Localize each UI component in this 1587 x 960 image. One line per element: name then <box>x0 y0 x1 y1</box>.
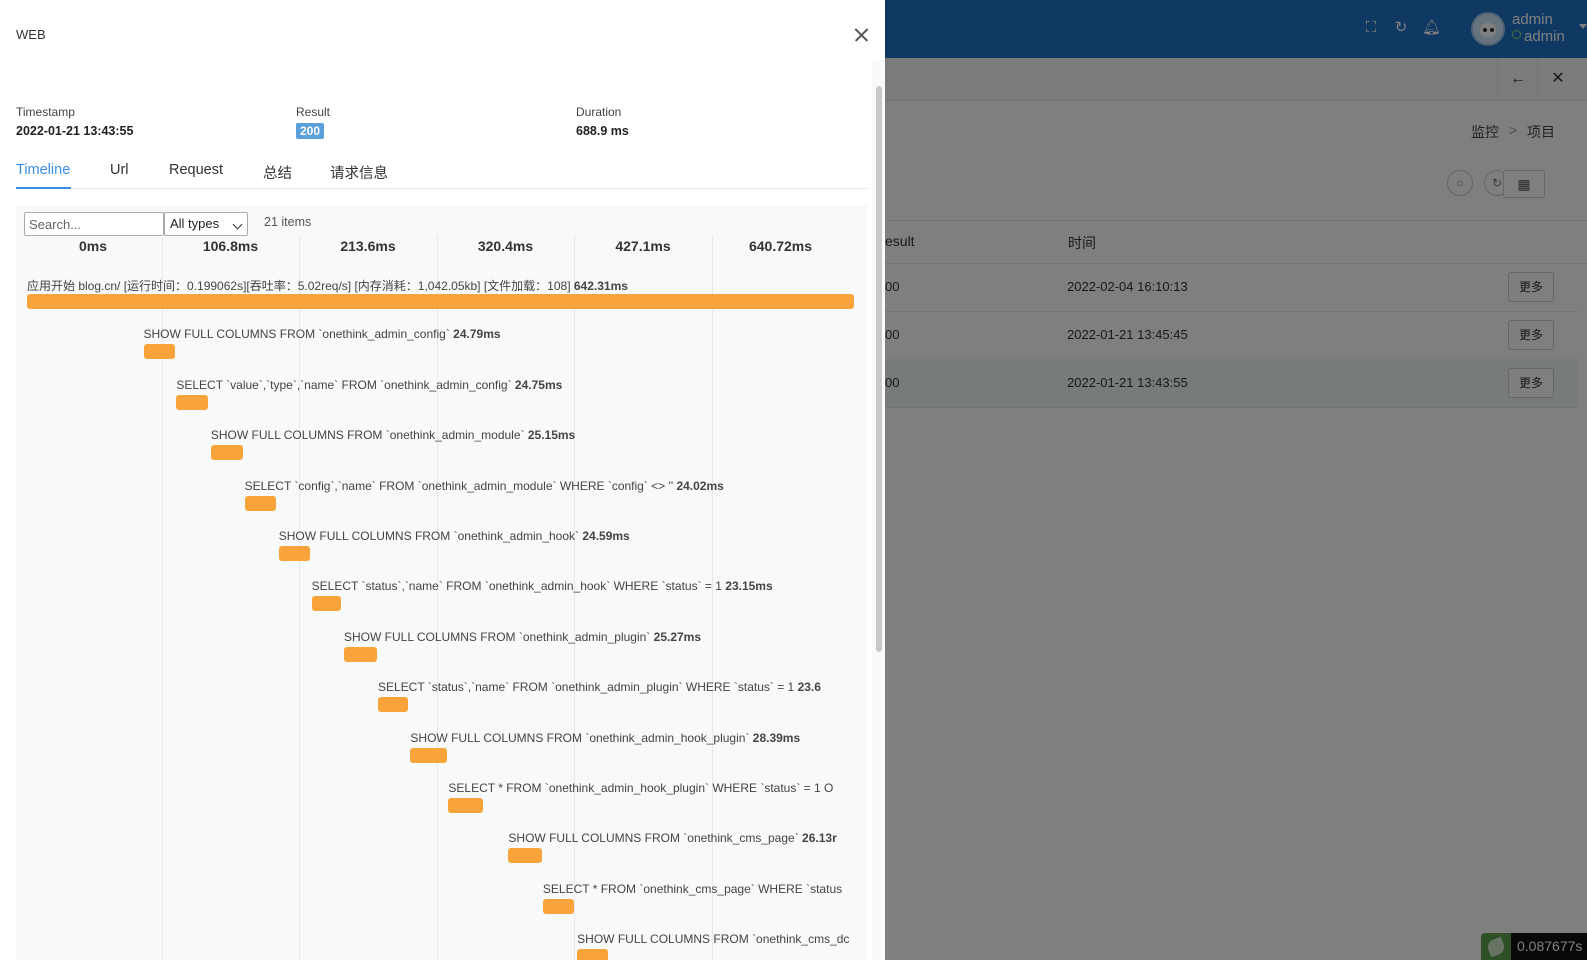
timeline-bar[interactable] <box>27 294 854 309</box>
timeline-panel: All types 21 items 0ms 106.8ms 213.6ms 320.… <box>16 205 867 960</box>
timeline-tick-label: 213.6ms <box>340 238 396 254</box>
tabs-divider <box>16 188 867 189</box>
drawer-scrollbar-thumb[interactable] <box>876 86 882 652</box>
timeline-entry-duration: 23.6 <box>797 680 821 695</box>
timeline-entry-label[interactable]: SHOW FULL COLUMNS FROM `onethink_admin_m… <box>211 428 575 442</box>
timestamp-label: Timestamp <box>16 105 75 119</box>
timeline-entry-duration: 24.02ms <box>676 478 724 493</box>
timeline-entry-label[interactable]: SHOW FULL COLUMNS FROM `onethink_cms_pag… <box>508 831 836 845</box>
timeline-entry-text: SELECT `status`,`name` FROM `onethink_ad… <box>311 579 726 594</box>
tab-summary[interactable]: 总结 <box>263 162 292 183</box>
tab-url[interactable]: Url <box>110 162 129 178</box>
timeline-entry-text: 应用开始 blog.cn/ [运行时间：0.199062s][吞吐率：5.02r… <box>27 279 574 293</box>
duration-value: 688.9 ms <box>576 124 629 138</box>
timeline-tick-label: 0ms <box>78 238 108 254</box>
timeline-entry-label[interactable]: SHOW FULL COLUMNS FROM `onethink_admin_c… <box>144 327 501 341</box>
timeline-entry-text: SELECT `config`,`name` FROM `onethink_ad… <box>244 478 677 493</box>
timeline-entry-text: SHOW FULL COLUMNS FROM `onethink_admin_h… <box>278 529 583 543</box>
timeline-bar[interactable] <box>278 546 311 561</box>
close-icon[interactable] <box>852 25 872 45</box>
timeline-entry-text: SELECT `value`,`type`,`name` FROM `oneth… <box>176 377 515 392</box>
timeline-entry-duration: 25.15ms <box>527 428 576 443</box>
result-label: Result <box>296 105 331 119</box>
timeline-entry-duration: 24.79ms <box>453 327 501 342</box>
timeline-entry-duration: 642.31ms <box>573 279 628 293</box>
timeline-entry-text: SELECT `status`,`name` FROM `onethink_ad… <box>377 680 798 695</box>
timeline-entry-text: SHOW FULL COLUMNS FROM `onethink_cms_dc <box>577 932 850 947</box>
timeline-entry-duration: 24.59ms <box>582 529 630 543</box>
timeline-bar[interactable] <box>210 445 244 461</box>
timeline-entry-duration: 23.15ms <box>725 579 773 594</box>
type-filter-select[interactable]: All types <box>164 212 248 236</box>
chevron-down-icon <box>232 219 243 230</box>
timeline-entry-text: SHOW FULL COLUMNS FROM `onethink_admin_c… <box>143 327 454 342</box>
timeline-tick-label: 320.4ms <box>477 238 534 254</box>
timeline-bar[interactable] <box>448 798 484 813</box>
timeline-entry-label[interactable]: SHOW FULL COLUMNS FROM `onethink_admin_h… <box>279 529 630 543</box>
timeline-entry-text: SHOW FULL COLUMNS FROM `onethink_admin_h… <box>410 730 753 745</box>
timeline-entry-label[interactable]: SELECT `value`,`type`,`name` FROM `oneth… <box>176 378 562 392</box>
timeline-bar[interactable] <box>244 495 276 511</box>
timeline-bar[interactable] <box>410 747 447 763</box>
timeline-entry-label[interactable]: SHOW FULL COLUMNS FROM `onethink_admin_p… <box>344 630 701 644</box>
timeline-entry-label[interactable]: SHOW FULL COLUMNS FROM `onethink_admin_h… <box>410 731 800 745</box>
timestamp-value: 2022-01-21 13:43:55 <box>16 124 134 138</box>
timeline-bar[interactable] <box>577 949 609 960</box>
timeline-entry-text: SELECT * FROM `onethink_cms_page` WHERE … <box>542 881 843 896</box>
timeline-bar[interactable] <box>542 898 575 914</box>
items-count: 21 items <box>264 215 312 229</box>
timeline-entry-label[interactable]: SELECT * FROM `onethink_admin_hook_plugi… <box>448 781 833 795</box>
timeline-entry-text: SHOW FULL COLUMNS FROM `onethink_admin_p… <box>343 629 654 644</box>
timeline-tick-label: 427.1ms <box>615 238 671 254</box>
tab-request-info[interactable]: 请求信息 <box>330 162 388 183</box>
timeline-tick-label: 106.8ms <box>202 238 259 254</box>
timeline-bar[interactable] <box>176 394 209 410</box>
timeline-entry-text: SHOW FULL COLUMNS FROM `onethink_cms_pag… <box>508 831 803 846</box>
timeline-bar[interactable] <box>343 646 377 662</box>
timeline-grid-line <box>711 235 713 960</box>
active-tab-indicator <box>16 187 71 189</box>
timeline-tick-label: 640.72ms <box>748 238 813 254</box>
timeline-grid-line <box>299 235 300 960</box>
timeline-entry-label[interactable]: SELECT `config`,`name` FROM `onethink_ad… <box>245 479 724 493</box>
timeline-bar[interactable] <box>377 697 409 713</box>
timeline-bar[interactable] <box>143 344 176 360</box>
timeline-entry-text: SHOW FULL COLUMNS FROM `onethink_admin_m… <box>210 428 528 443</box>
detail-drawer: WEB Timestamp 2022-01-21 13:43:55 Result… <box>0 0 885 960</box>
tab-request[interactable]: Request <box>169 162 223 178</box>
timeline-entry-duration: 26.13r <box>802 831 837 846</box>
timeline-entry-label[interactable]: SELECT * FROM `onethink_cms_page` WHERE … <box>543 882 842 896</box>
timeline-entry-label[interactable]: SELECT `status`,`name` FROM `onethink_ad… <box>378 680 821 694</box>
timeline-entry-label[interactable]: SHOW FULL COLUMNS FROM `onethink_cms_dc <box>577 932 849 946</box>
timeline-entry-duration: 25.27ms <box>653 629 702 644</box>
timeline-bar[interactable] <box>311 596 342 612</box>
type-filter-value: All types <box>170 216 220 231</box>
result-status-badge: 200 <box>296 123 325 139</box>
timeline-entry-duration: 28.39ms <box>752 730 801 745</box>
timeline-entry-text: SELECT * FROM `onethink_admin_hook_plugi… <box>448 781 834 795</box>
timeline-entry-duration: 24.75ms <box>514 377 563 392</box>
timeline-grid-line <box>574 235 575 960</box>
timeline-bar[interactable] <box>508 848 543 864</box>
timeline-grid-line <box>436 235 438 960</box>
timeline-search-input[interactable] <box>24 212 164 236</box>
timeline-entry-label[interactable]: SELECT `status`,`name` FROM `onethink_ad… <box>312 579 773 593</box>
timeline-entry-label[interactable]: 应用开始 blog.cn/ [运行时间：0.199062s][吞吐率：5.02r… <box>27 277 628 294</box>
duration-label: Duration <box>576 105 622 119</box>
drawer-title: WEB <box>16 27 46 42</box>
tab-timeline[interactable]: Timeline <box>16 162 70 178</box>
